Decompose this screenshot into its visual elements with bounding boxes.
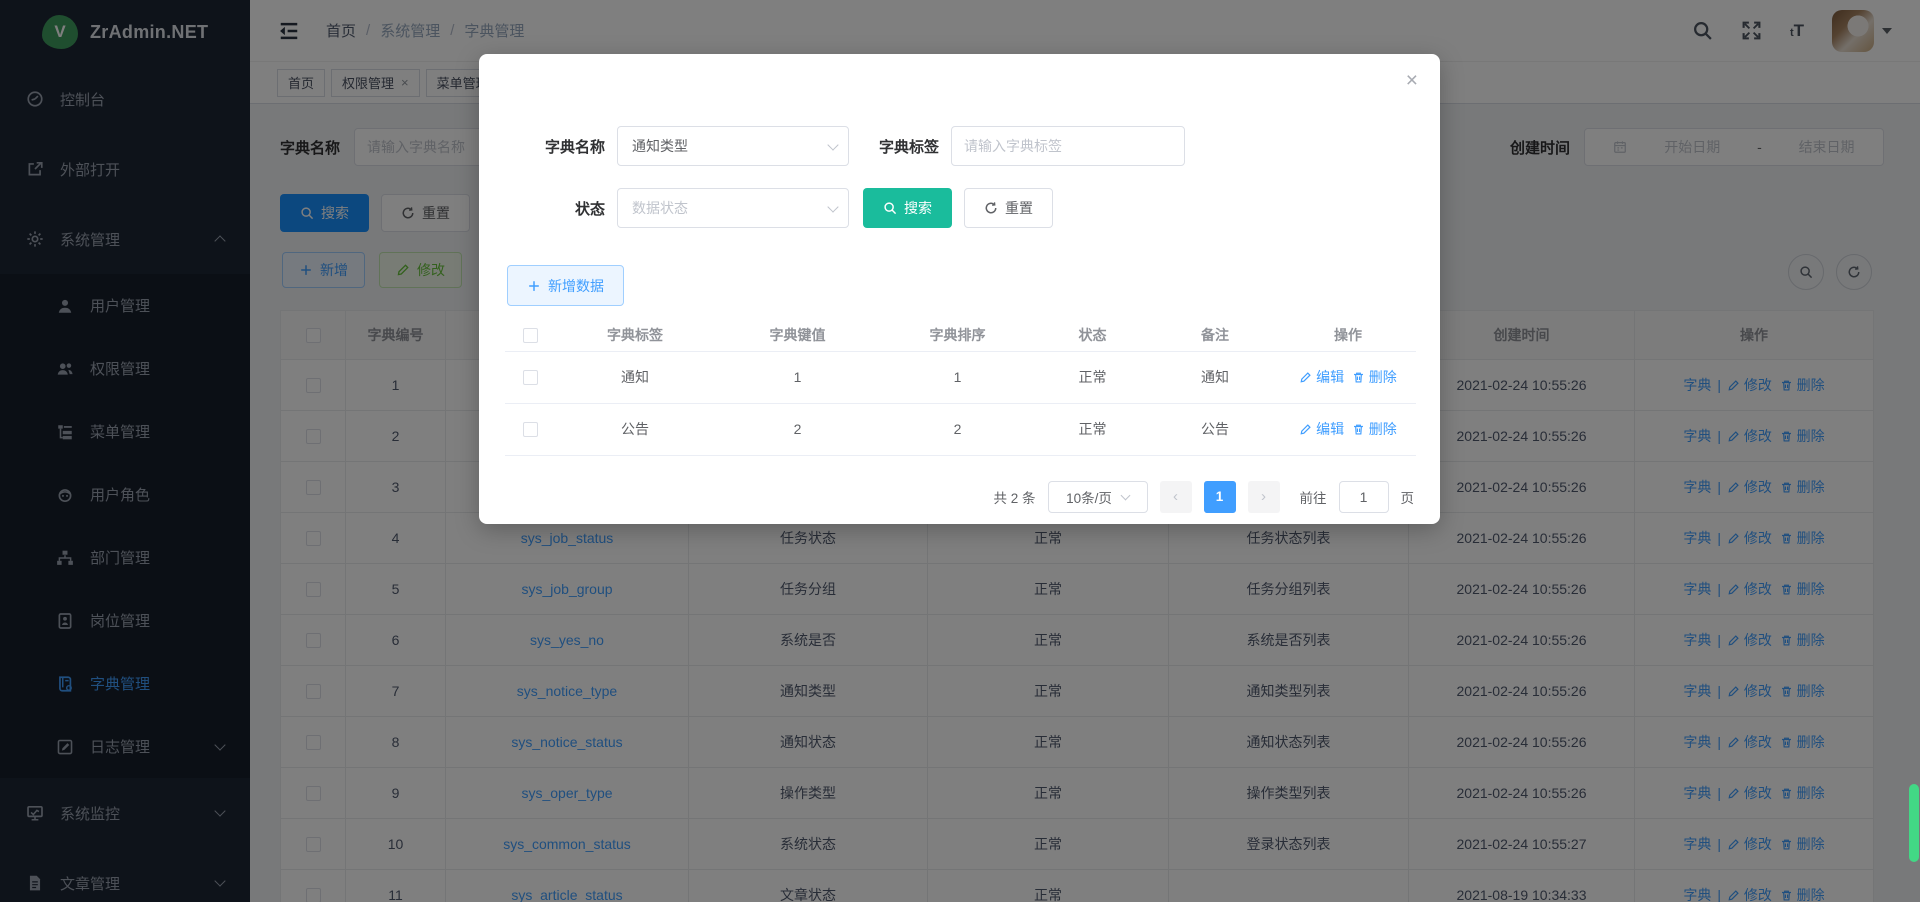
modal-table-row: 通知 1 1 正常 通知 编辑 删除 xyxy=(505,351,1416,403)
chevron-down-icon xyxy=(827,201,838,212)
pencil-icon xyxy=(1299,423,1312,436)
refresh-icon xyxy=(984,201,998,215)
goto-page-input[interactable] xyxy=(1339,481,1389,513)
search-icon xyxy=(883,201,897,215)
trash-icon xyxy=(1352,423,1365,436)
chevron-down-icon xyxy=(1120,490,1130,500)
dict-data-table: 字典标签 字典键值 字典排序 状态 备注 操作 通知 1 1 正常 通知 编辑 … xyxy=(505,319,1416,456)
plus-icon xyxy=(527,279,541,293)
add-data-button[interactable]: 新增数据 xyxy=(507,265,624,306)
page-1-button[interactable]: 1 xyxy=(1204,481,1236,513)
next-page-button[interactable]: › xyxy=(1248,481,1280,513)
edit-link[interactable]: 编辑 xyxy=(1299,369,1344,385)
edit-link[interactable]: 编辑 xyxy=(1299,421,1344,437)
goto-label: 前往 xyxy=(1300,487,1327,507)
dict-data-dialog: × 字典名称 通知类型 字典标签 状态 数据状态 搜索 重置 xyxy=(479,54,1440,524)
status-label: 状态 xyxy=(505,198,605,219)
row-checkbox[interactable] xyxy=(523,370,538,385)
pagination: 共 2 条 10条/页 ‹ 1 › 前往 页 xyxy=(505,481,1414,513)
prev-page-button[interactable]: ‹ xyxy=(1160,481,1192,513)
dict-tag-input[interactable] xyxy=(951,126,1185,166)
delete-link[interactable]: 删除 xyxy=(1352,421,1397,437)
modal-table-header-row: 字典标签 字典键值 字典排序 状态 备注 操作 xyxy=(505,319,1416,351)
modal-dict-name-label: 字典名称 xyxy=(505,136,605,157)
pagination-total: 共 2 条 xyxy=(993,487,1035,507)
chevron-down-icon xyxy=(827,139,838,150)
pencil-icon xyxy=(1299,371,1312,384)
modal-reset-button[interactable]: 重置 xyxy=(964,188,1053,228)
page-unit-label: 页 xyxy=(1401,487,1415,507)
row-checkbox[interactable] xyxy=(523,422,538,437)
modal-table-row: 公告 2 2 正常 公告 编辑 删除 xyxy=(505,403,1416,455)
dict-name-select[interactable]: 通知类型 xyxy=(617,126,849,166)
status-select[interactable]: 数据状态 xyxy=(617,188,849,228)
dict-tag-label: 字典标签 xyxy=(863,136,939,157)
delete-link[interactable]: 删除 xyxy=(1352,369,1397,385)
trash-icon xyxy=(1352,371,1365,384)
close-icon[interactable]: × xyxy=(1406,70,1418,91)
select-all-checkbox[interactable] xyxy=(523,328,538,343)
modal-search-button[interactable]: 搜索 xyxy=(863,188,952,228)
page-size-select[interactable]: 10条/页 xyxy=(1048,481,1148,513)
scrollbar-thumb[interactable] xyxy=(1909,784,1919,862)
modal-search-form: 字典名称 通知类型 字典标签 状态 数据状态 搜索 重置 xyxy=(505,54,1414,228)
